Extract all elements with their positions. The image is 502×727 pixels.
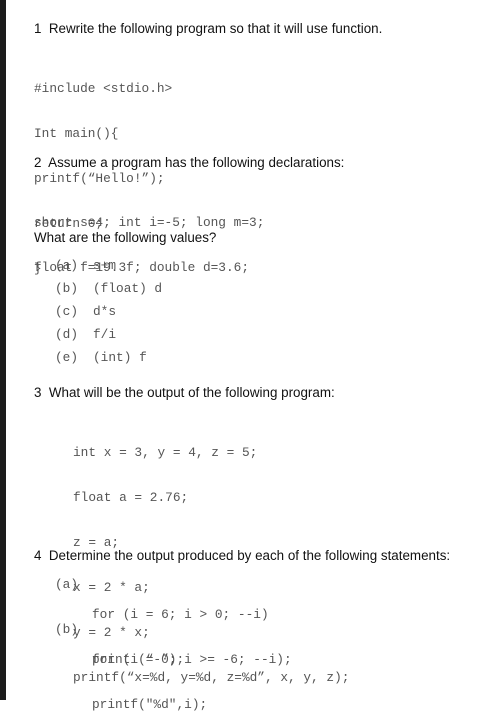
item-expression: (float) d xyxy=(93,281,163,296)
item-expression: d*s xyxy=(93,304,117,319)
item-expression: f/i xyxy=(93,327,117,342)
question-4b-code: for (i = 0; i >= -6; --i); printf("%d",i… xyxy=(92,622,292,727)
item-label: (e) xyxy=(55,350,79,365)
item-label: (a) xyxy=(55,577,79,592)
item-label: (b) xyxy=(55,281,79,296)
code-line: Int main(){ xyxy=(34,126,119,141)
item-expression: (int) f xyxy=(93,350,147,365)
item-label: (d) xyxy=(55,327,79,342)
code-line: short s=4; int i=-5; long m=3; xyxy=(34,215,265,230)
question-4-heading: 4 Determine the output produced by each … xyxy=(34,548,451,563)
code-line: for (i = 6; i > 0; --i) xyxy=(92,607,269,622)
left-edge-border xyxy=(0,0,6,700)
item-expression: s+m xyxy=(93,258,117,273)
code-line: float a = 2.76; xyxy=(73,490,189,505)
item-label: (c) xyxy=(55,304,79,319)
code-line: for (i = 0; i >= -6; --i); xyxy=(92,652,292,667)
code-line: printf(“Hello!”); xyxy=(34,171,165,186)
question-2-heading: 2 Assume a program has the following dec… xyxy=(34,155,345,170)
question-1-heading: 1 Rewrite the following program so that … xyxy=(34,21,383,36)
question-3-heading: 3 What will be the output of the followi… xyxy=(34,385,335,400)
code-line: printf("%d",i); xyxy=(92,697,208,712)
item-label: (b) xyxy=(55,622,79,637)
item-label: (a) xyxy=(55,258,79,273)
question-2-prompt: What are the following values? xyxy=(34,230,217,245)
code-line: int x = 3, y = 4, z = 5; xyxy=(73,445,258,460)
code-line: #include <stdio.h> xyxy=(34,81,173,96)
